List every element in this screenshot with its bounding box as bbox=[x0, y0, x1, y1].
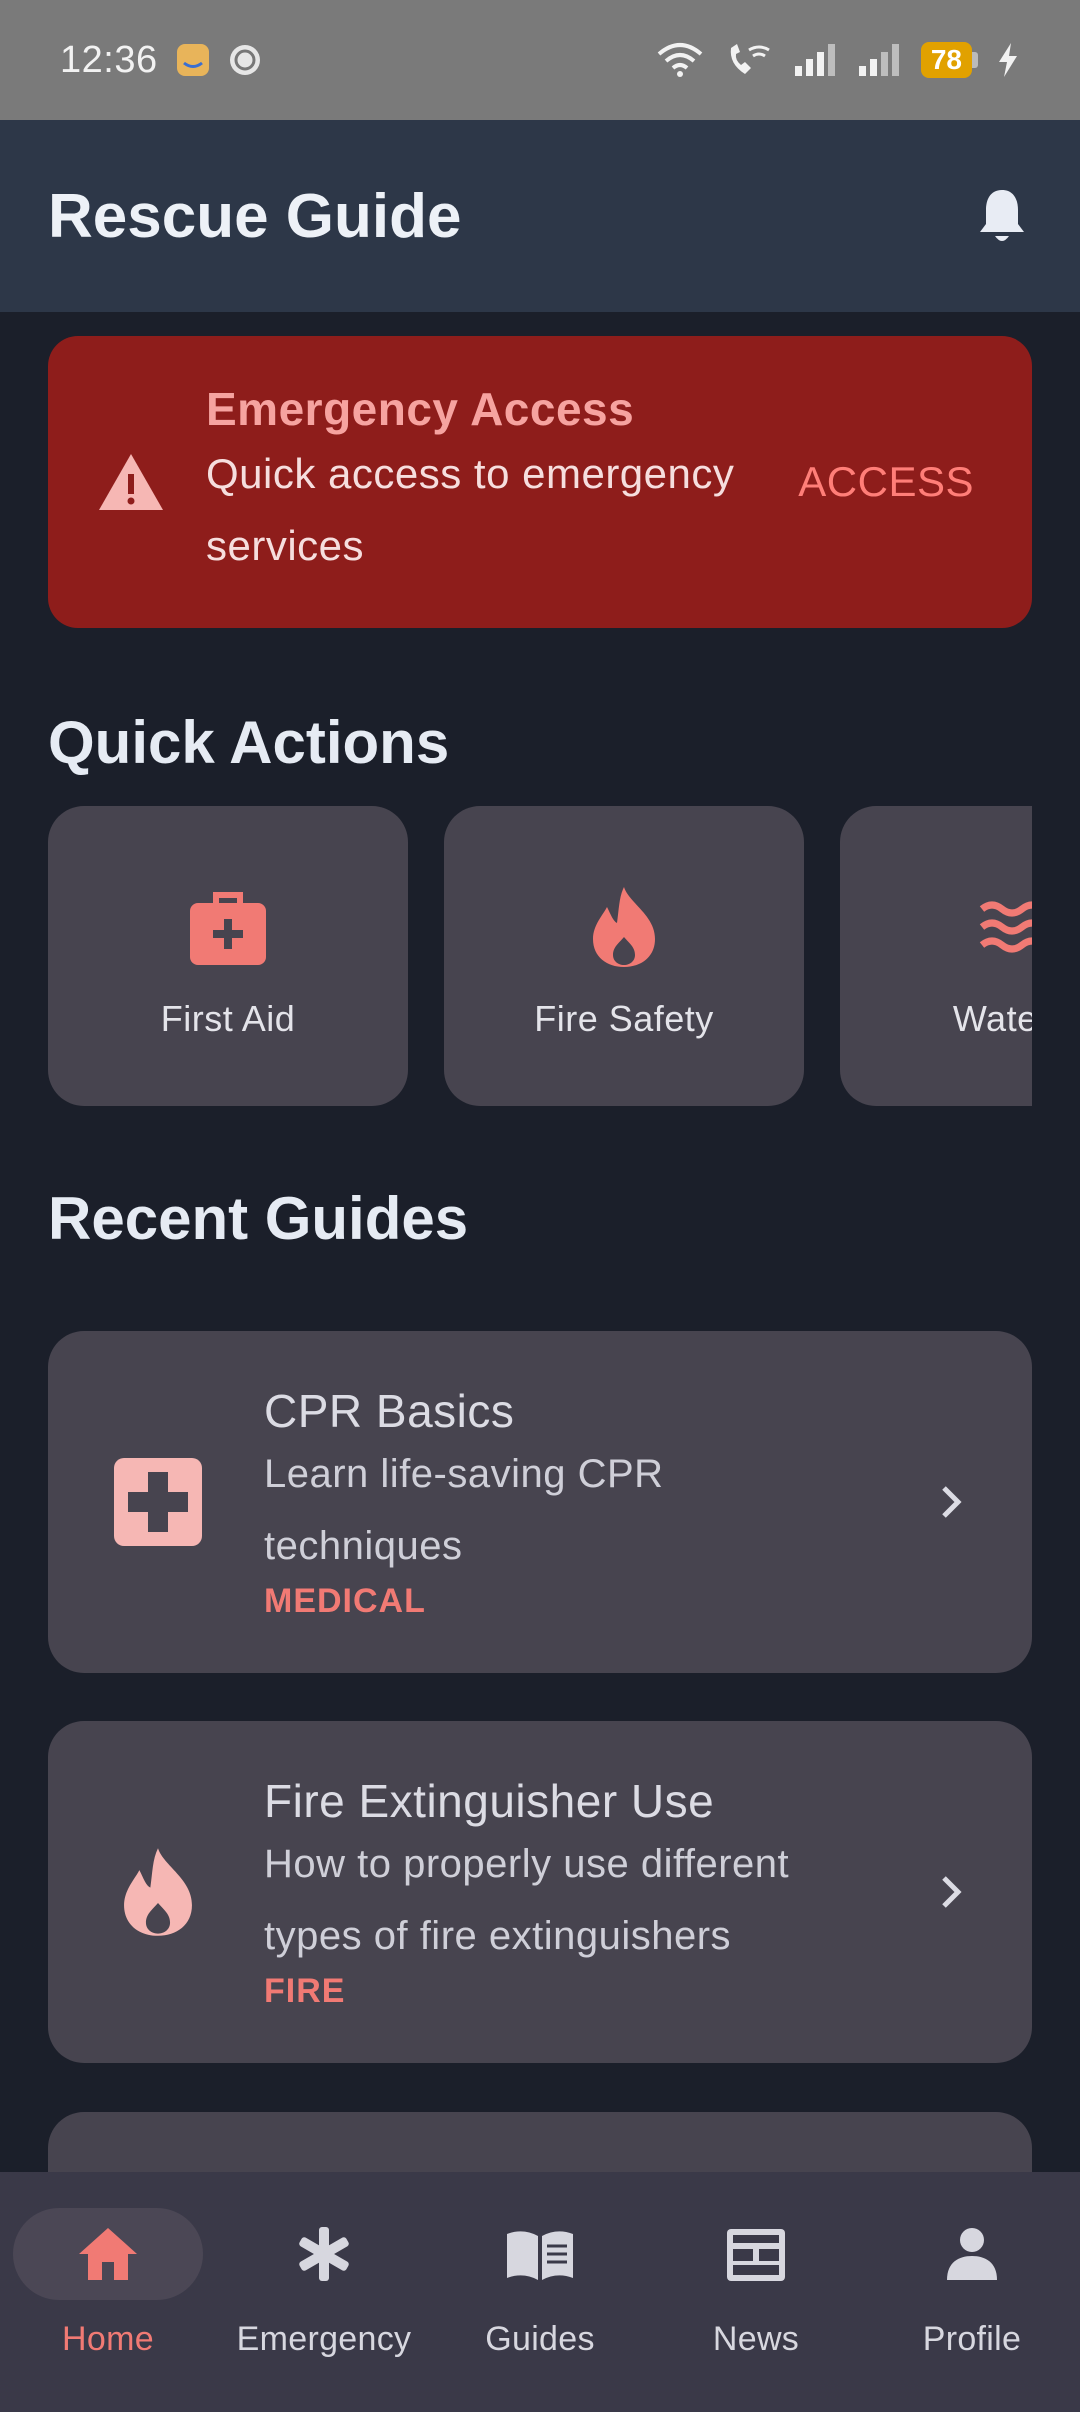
nav-label: Emergency bbox=[236, 2320, 412, 2358]
waves-icon bbox=[979, 901, 1032, 953]
chevron-right-icon bbox=[942, 1876, 962, 1908]
guide-description: Learn life-saving CPR techniques bbox=[264, 1451, 664, 1568]
guide-description: How to properly use different types of f… bbox=[264, 1841, 790, 1958]
flame-icon bbox=[124, 1848, 192, 1936]
emergency-title: Emergency Access bbox=[206, 383, 635, 435]
person-icon bbox=[947, 2228, 997, 2280]
status-time: 12:36 bbox=[60, 38, 158, 81]
app-bar: Rescue Guide bbox=[0, 120, 1080, 312]
guide-category-tag: MEDICAL bbox=[264, 1581, 426, 1620]
notifications-button[interactable] bbox=[972, 186, 1032, 246]
wifi-calling-icon bbox=[730, 44, 770, 74]
nav-label: Guides bbox=[485, 2320, 595, 2358]
quick-actions-list[interactable]: First Aid Fire Safety Water R bbox=[48, 806, 1032, 1106]
nav-guides[interactable]: Guides bbox=[432, 2172, 648, 2412]
book-icon bbox=[507, 2231, 573, 2280]
quick-action-label: Fire Safety bbox=[534, 998, 714, 1039]
quick-action-water-rescue[interactable]: Water R bbox=[840, 806, 1032, 1106]
guide-card-cpr-basics[interactable]: CPR Basics Learn life-saving CPR techniq… bbox=[48, 1331, 1032, 1673]
wifi-icon bbox=[657, 43, 703, 77]
nav-label: News bbox=[712, 2320, 800, 2358]
emergency-description: Quick access to emergency services bbox=[206, 450, 735, 569]
quick-actions-heading: Quick Actions bbox=[48, 709, 450, 776]
signal-sim2-icon bbox=[858, 44, 899, 76]
asterisk-icon bbox=[299, 2227, 349, 2281]
flame-icon bbox=[593, 887, 655, 967]
medical-cross-icon bbox=[114, 1458, 202, 1546]
nav-emergency[interactable]: Emergency bbox=[216, 2172, 432, 2412]
medical-kit-icon bbox=[190, 892, 266, 965]
newspaper-icon bbox=[727, 2229, 785, 2281]
notification-globe-icon bbox=[229, 45, 260, 75]
nav-profile[interactable]: Profile bbox=[864, 2172, 1080, 2412]
guide-title: Fire Extinguisher Use bbox=[264, 1774, 715, 1827]
bottom-navigation: Home Emergency Guides News Profile bbox=[0, 2172, 1080, 2412]
status-bar: 12:36 78 bbox=[0, 0, 1080, 120]
guide-category-tag: FIRE bbox=[264, 1971, 346, 2010]
quick-action-fire-safety[interactable]: Fire Safety bbox=[444, 806, 804, 1106]
chevron-right-icon bbox=[942, 1486, 962, 1518]
emergency-access-button[interactable]: ACCESS bbox=[788, 438, 984, 526]
warning-icon bbox=[99, 454, 163, 510]
app-title: Rescue Guide bbox=[48, 181, 462, 251]
guide-card-fire-extinguisher[interactable]: Fire Extinguisher Use How to properly us… bbox=[48, 1721, 1032, 2063]
nav-label: Profile bbox=[922, 2320, 1022, 2358]
battery-level: 78 bbox=[920, 42, 972, 78]
quick-action-label: Water R bbox=[952, 998, 1032, 1039]
nav-label: Home bbox=[62, 2320, 154, 2358]
notification-app-icon bbox=[176, 44, 209, 76]
signal-sim1-icon bbox=[794, 44, 835, 76]
battery-indicator: 78 bbox=[920, 42, 978, 78]
charging-icon bbox=[999, 43, 1017, 77]
nav-home[interactable]: Home bbox=[0, 2172, 216, 2412]
recent-guides-heading: Recent Guides bbox=[48, 1185, 469, 1252]
quick-action-first-aid[interactable]: First Aid bbox=[48, 806, 408, 1106]
home-icon bbox=[79, 2228, 137, 2280]
bell-icon bbox=[980, 190, 1024, 241]
quick-action-label: First Aid bbox=[160, 998, 296, 1039]
nav-news[interactable]: News bbox=[648, 2172, 864, 2412]
guide-title: CPR Basics bbox=[264, 1384, 515, 1437]
emergency-access-banner[interactable]: Emergency Access Quick access to emergen… bbox=[48, 336, 1032, 628]
